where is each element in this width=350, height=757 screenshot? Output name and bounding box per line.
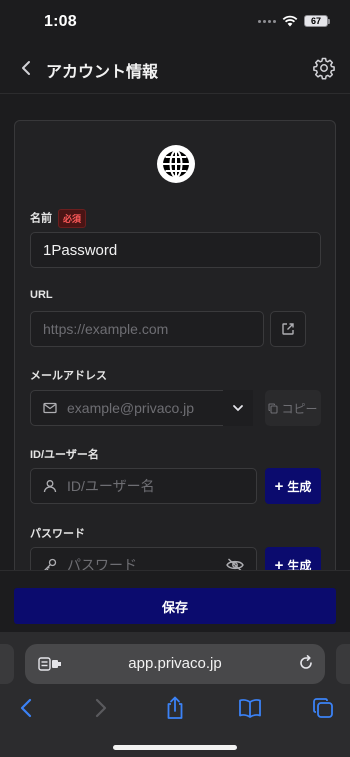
bookmarks-button[interactable] [236, 694, 264, 722]
chevron-left-icon [22, 61, 30, 75]
address-bar[interactable]: app.privaco.jp [25, 644, 325, 684]
status-time: 1:08 [44, 13, 77, 30]
page-title: アカウント情報 [46, 64, 159, 81]
status-bar: 1:08 67 [0, 0, 350, 44]
name-input[interactable]: 1Password [30, 232, 321, 268]
browser-forward-button[interactable] [87, 694, 115, 722]
chevron-down-icon [233, 405, 243, 412]
reload-icon[interactable] [297, 654, 315, 677]
signal-icon [258, 19, 276, 23]
user-id-placeholder: ID/ユーザー名 [67, 478, 155, 494]
url-input[interactable]: https://example.com [30, 311, 264, 347]
email-label: メールアドレス [30, 370, 107, 382]
battery-indicator: 67 [304, 15, 330, 27]
email-placeholder: example@privaco.jp [67, 400, 195, 416]
globe-icon [163, 150, 189, 178]
browser-chrome: app.privaco.jp [0, 632, 350, 757]
browser-back-button[interactable] [12, 694, 40, 722]
password-label: パスワード [30, 528, 85, 540]
email-dropdown-button[interactable] [223, 390, 253, 426]
share-button[interactable] [161, 694, 189, 722]
chevron-right-icon [95, 698, 107, 718]
email-input[interactable]: example@privaco.jp [30, 390, 239, 426]
account-card: 名前 必須 1Password URL https://example.com メ… [14, 120, 336, 570]
app-header: アカウント情報 [0, 44, 350, 94]
copy-icon [268, 402, 279, 414]
password-placeholder: パスワード [67, 557, 137, 570]
book-icon [239, 699, 261, 718]
save-button[interactable]: 保存 [14, 588, 336, 624]
next-tab-peek[interactable] [336, 644, 350, 684]
gear-icon [313, 57, 335, 80]
required-badge: 必須 [58, 209, 87, 228]
generate-label: 生成 [287, 558, 312, 571]
generate-password-button[interactable]: + 生成 [265, 547, 321, 570]
status-icons: 67 [258, 15, 330, 27]
save-bar: 保存 [0, 570, 350, 632]
user-id-label: ID/ユーザー名 [30, 449, 99, 461]
home-indicator [113, 745, 237, 750]
copy-email-button[interactable]: コピー [265, 390, 321, 426]
browser-toolbar [0, 694, 350, 724]
previous-tab-peek[interactable] [0, 644, 14, 684]
name-label-text: 名前 [30, 212, 52, 225]
toggle-password-visibility-button[interactable] [218, 548, 252, 570]
page-format-icon[interactable] [38, 656, 62, 677]
back-button[interactable] [14, 56, 38, 80]
plus-icon: + [274, 556, 284, 571]
open-url-button[interactable] [270, 311, 306, 347]
tabs-icon [313, 698, 333, 718]
chevron-left-icon [20, 698, 32, 718]
url-placeholder: https://example.com [43, 321, 169, 337]
external-link-icon [282, 323, 294, 335]
generate-label: 生成 [287, 479, 312, 494]
name-label: 名前 必須 [30, 209, 87, 228]
copy-label: コピー [281, 401, 318, 416]
generate-user-id-button[interactable]: + 生成 [265, 468, 321, 504]
url-label: URL [30, 289, 53, 301]
mail-icon [43, 402, 57, 414]
key-icon [43, 558, 57, 570]
site-avatar [157, 145, 195, 183]
wifi-icon [282, 15, 298, 27]
tabs-button[interactable] [309, 694, 337, 722]
settings-button[interactable] [312, 56, 336, 80]
plus-icon: + [274, 477, 284, 495]
address-url: app.privaco.jp [128, 655, 222, 672]
name-value: 1Password [43, 241, 118, 259]
share-icon [167, 696, 183, 719]
main-content: 名前 必須 1Password URL https://example.com メ… [0, 95, 350, 570]
eye-off-icon [226, 558, 244, 570]
battery-level: 67 [310, 16, 321, 26]
user-id-input[interactable]: ID/ユーザー名 [30, 468, 257, 504]
user-icon [43, 479, 57, 493]
